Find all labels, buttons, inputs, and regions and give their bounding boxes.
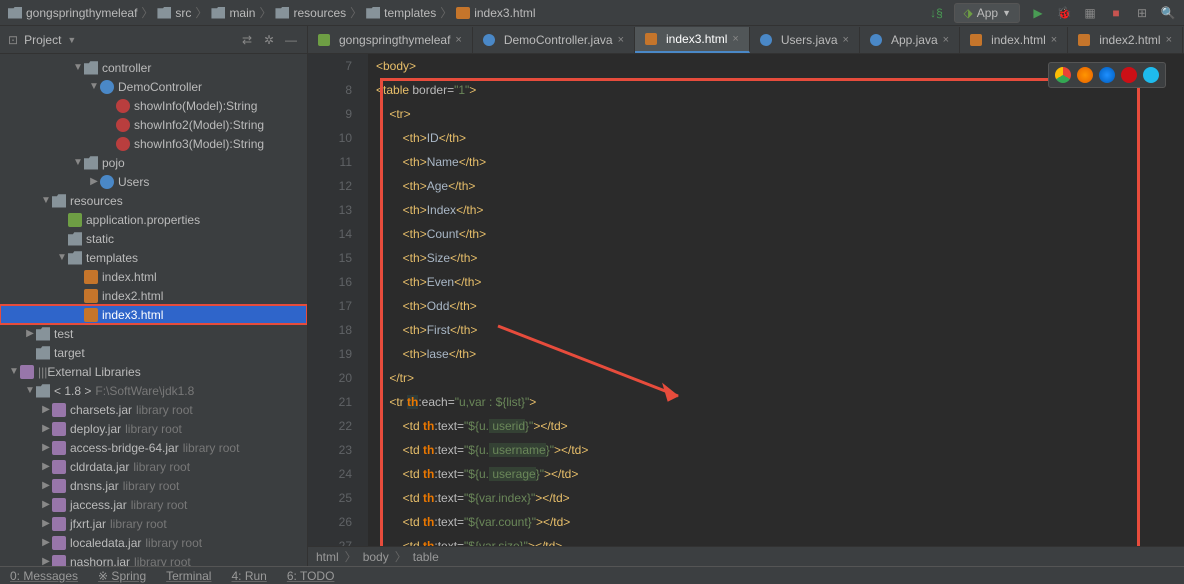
opera-icon[interactable] [1121, 67, 1137, 83]
status-tab[interactable]: 6: TODO [277, 569, 345, 583]
firefox-icon[interactable] [1077, 67, 1093, 83]
collapse-icon[interactable]: ⇄ [239, 32, 255, 48]
hide-icon[interactable]: — [283, 32, 299, 48]
tree-node[interactable]: ▶access-bridge-64.jar library root [0, 438, 307, 457]
tree-node[interactable]: ▼DemoController [0, 77, 307, 96]
editor-tab[interactable]: index2.html× [1068, 27, 1183, 53]
status-tab[interactable]: 4: Run [221, 569, 276, 583]
top-nav: gongspringthymeleaf〉src〉main〉resources〉t… [0, 0, 1184, 26]
tree-node[interactable]: static [0, 229, 307, 248]
tree-node[interactable]: showInfo2(Model):String [0, 115, 307, 134]
chrome-icon[interactable] [1055, 67, 1071, 83]
editor-tab[interactable]: index.html× [960, 27, 1068, 53]
structure-crumb[interactable]: html [316, 550, 339, 564]
debug-button[interactable]: 🐞 [1056, 5, 1072, 21]
status-tab[interactable]: ※ Spring [88, 569, 156, 583]
breadcrumb-item[interactable]: src [157, 6, 191, 20]
close-icon[interactable]: × [455, 34, 461, 46]
close-icon[interactable]: × [732, 33, 738, 45]
tree-node[interactable]: ▶charsets.jar library root [0, 400, 307, 419]
editor-tabs: gongspringthymeleaf×DemoController.java×… [308, 26, 1184, 54]
tree-node[interactable]: ▼||| External Libraries [0, 362, 307, 381]
editor-tab[interactable]: Users.java× [750, 27, 860, 53]
tree-node[interactable]: ▼pojo [0, 153, 307, 172]
editor-tab[interactable]: index3.html× [635, 27, 750, 53]
browser-preview-bar [1048, 62, 1166, 88]
tree-node[interactable]: application.properties [0, 210, 307, 229]
tree-node[interactable]: showInfo3(Model):String [0, 134, 307, 153]
editor-tab[interactable]: gongspringthymeleaf× [308, 27, 473, 53]
coverage-button[interactable]: ▦ [1082, 5, 1098, 21]
sidebar-header: ⊡ Project ▼ ⇄ ✲ — [0, 26, 307, 54]
build-icon[interactable]: ↓§ [928, 5, 944, 21]
tree-node[interactable]: ▶cldrdata.jar library root [0, 457, 307, 476]
tree-node[interactable]: ▶Users [0, 172, 307, 191]
project-tree[interactable]: ▼controller▼DemoControllershowInfo(Model… [0, 54, 307, 566]
status-tab[interactable]: 0: Messages [0, 569, 88, 583]
editor-tab[interactable]: App.java× [860, 27, 960, 53]
tree-node[interactable]: ▶deploy.jar library root [0, 419, 307, 438]
editor-area: gongspringthymeleaf×DemoController.java×… [308, 26, 1184, 566]
tree-node[interactable]: ▶test [0, 324, 307, 343]
tree-node[interactable]: ▼controller [0, 58, 307, 77]
run-button[interactable]: ▶ [1030, 5, 1046, 21]
gear-icon[interactable]: ✲ [261, 32, 277, 48]
tree-node[interactable]: ▼templates [0, 248, 307, 267]
close-icon[interactable]: × [1166, 34, 1172, 46]
toolbar-right: ↓§ ⬗ App ▼ ▶ 🐞 ▦ ■ ⊞ 🔍 [928, 3, 1176, 23]
close-icon[interactable]: × [618, 34, 624, 46]
close-icon[interactable]: × [943, 34, 949, 46]
code-editor[interactable]: 789101112131415161718192021222324252627 … [308, 54, 1184, 546]
run-config-dropdown[interactable]: ⬗ App ▼ [954, 3, 1020, 23]
breadcrumb-item[interactable]: gongspringthymeleaf [8, 6, 137, 20]
sidebar-title[interactable]: ⊡ Project ▼ [8, 33, 76, 47]
status-bar: 0: Messages※ SpringTerminal4: Run6: TODO [0, 566, 1184, 584]
close-icon[interactable]: × [1051, 34, 1057, 46]
breadcrumb-item[interactable]: index3.html [456, 6, 535, 20]
tree-node[interactable]: showInfo(Model):String [0, 96, 307, 115]
structure-crumb[interactable]: table [413, 550, 439, 564]
tree-node[interactable]: ▼< 1.8 > F:\SoftWare\jdk1.8 [0, 381, 307, 400]
tree-node[interactable]: index3.html [0, 305, 307, 324]
status-tab[interactable]: Terminal [156, 569, 221, 583]
ie-icon[interactable] [1143, 67, 1159, 83]
safari-icon[interactable] [1099, 67, 1115, 83]
close-icon[interactable]: × [843, 34, 849, 46]
tree-node[interactable]: ▶nashorn.jar library root [0, 552, 307, 566]
search-icon[interactable]: 🔍 [1160, 5, 1176, 21]
tree-node[interactable]: index2.html [0, 286, 307, 305]
tree-node[interactable]: ▶jaccess.jar library root [0, 495, 307, 514]
stop-button[interactable]: ■ [1108, 5, 1124, 21]
editor-tab[interactable]: DemoController.java× [473, 27, 635, 53]
tree-node[interactable]: ▶dnsns.jar library root [0, 476, 307, 495]
project-sidebar: ⊡ Project ▼ ⇄ ✲ — ▼controller▼DemoContro… [0, 26, 308, 566]
tree-node[interactable]: ▶jfxrt.jar library root [0, 514, 307, 533]
tree-node[interactable]: ▼resources [0, 191, 307, 210]
structure-breadcrumb: html〉body〉table [308, 546, 1184, 566]
structure-crumb[interactable]: body [363, 550, 389, 564]
breadcrumb-item[interactable]: templates [366, 6, 436, 20]
tree-node[interactable]: ▶localedata.jar library root [0, 533, 307, 552]
breadcrumb-item[interactable]: resources [275, 6, 346, 20]
layout-button[interactable]: ⊞ [1134, 5, 1150, 21]
tree-node[interactable]: target [0, 343, 307, 362]
gutter: 789101112131415161718192021222324252627 [308, 54, 368, 546]
breadcrumbs: gongspringthymeleaf〉src〉main〉resources〉t… [8, 4, 536, 21]
breadcrumb-item[interactable]: main [211, 6, 255, 20]
code[interactable]: <body><table border="1"> <tr> <th>ID</th… [368, 54, 1184, 546]
tree-node[interactable]: index.html [0, 267, 307, 286]
